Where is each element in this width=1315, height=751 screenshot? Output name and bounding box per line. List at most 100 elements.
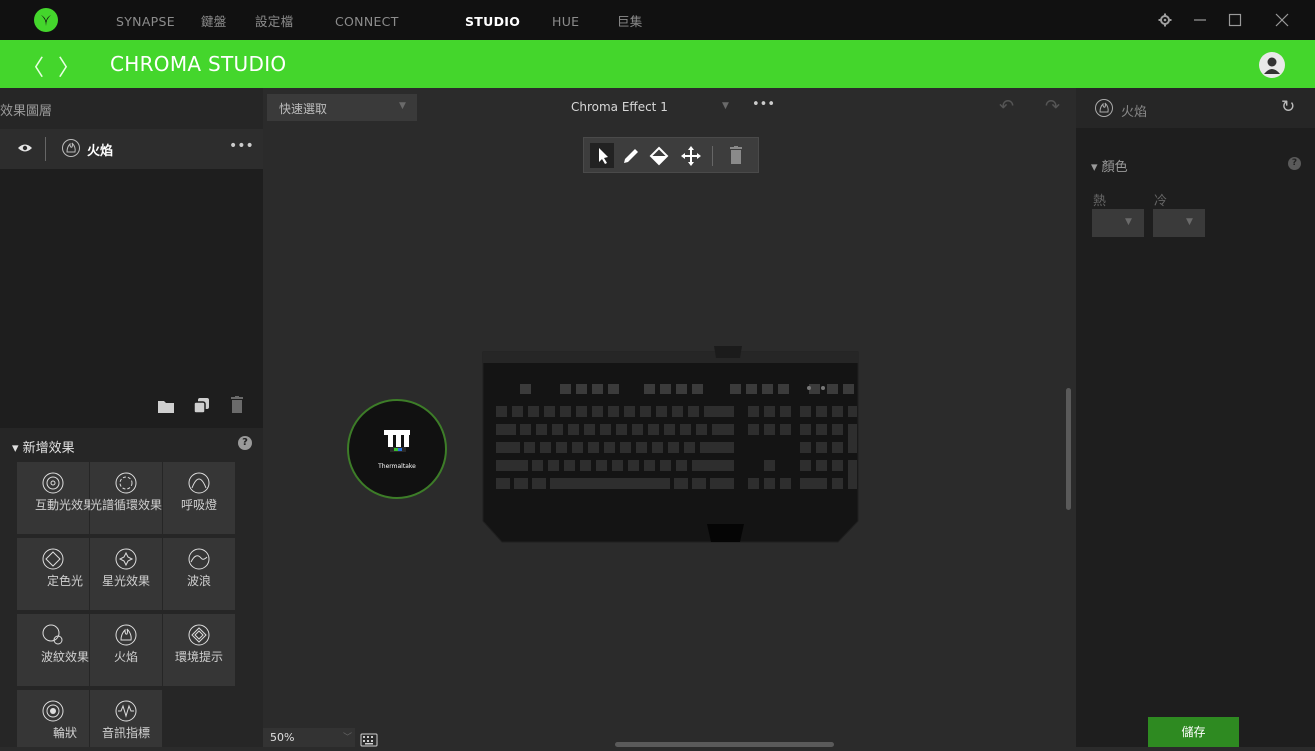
starlight-icon	[115, 548, 137, 570]
vertical-scrollbar[interactable]	[1066, 388, 1071, 510]
trash-icon[interactable]	[729, 146, 743, 169]
device-thermaltake[interactable]: Thermaltake	[347, 399, 447, 499]
static-icon	[42, 548, 64, 570]
chevron-down-icon: ▼	[1186, 217, 1193, 227]
wheel-icon	[42, 700, 64, 722]
left-panel: 效果圖層 火焰 ••• ▾ 新增效果 ? 互動光效果 光譜循環效果 呼吸燈 定色…	[0, 88, 263, 747]
zoom-select[interactable]: 50% ﹀	[263, 728, 355, 747]
effect-wave-button[interactable]: 波浪	[163, 538, 235, 610]
help-icon[interactable]: ?	[1288, 157, 1301, 170]
effect-static-button[interactable]: 定色光	[17, 538, 89, 610]
effect-audio-button[interactable]: 音訊指標	[90, 690, 162, 747]
tab-studio[interactable]: STUDIO	[465, 0, 520, 40]
layer-more-button[interactable]: •••	[229, 138, 254, 154]
undo-icon[interactable]: ↶	[999, 96, 1014, 117]
effect-name[interactable]: Chroma Effect 1	[571, 100, 668, 114]
add-effect-panel: ▾ 新增效果 ? 互動光效果 光譜循環效果 呼吸燈 定色光 星光效果 波浪 波紋…	[0, 428, 263, 747]
cold-color-dropdown[interactable]: ▼	[1153, 209, 1205, 237]
layer-divider	[45, 137, 46, 161]
horizontal-scrollbar[interactable]	[615, 742, 834, 747]
properties-panel: 火焰 ↻ ▾ 顏色 ? 熱 冷 ▼ ▼ 儲存	[1076, 88, 1315, 747]
eye-icon[interactable]	[17, 140, 33, 160]
ambient-icon	[188, 624, 210, 646]
effect-label: 輪狀	[52, 726, 77, 740]
close-icon[interactable]	[1272, 10, 1292, 30]
keyboard-icon[interactable]	[360, 732, 378, 751]
layers-header: 效果圖層	[0, 88, 263, 129]
effect-label: 波紋效果	[40, 650, 89, 664]
wave-icon	[188, 548, 210, 570]
properties-header: 火焰 ↻	[1076, 88, 1315, 128]
effect-more-button[interactable]: •••	[752, 97, 775, 112]
chevron-down-icon[interactable]: ▼	[722, 101, 729, 111]
color-section-label: 顏色	[1101, 160, 1128, 175]
move-icon[interactable]	[679, 144, 703, 172]
maximize-icon[interactable]	[1225, 10, 1245, 30]
color-section-title: ▾ 顏色	[1091, 160, 1128, 175]
cold-label: 冷	[1154, 194, 1168, 209]
chevron-left-icon[interactable]: 〈	[22, 50, 44, 82]
tab-profiles[interactable]: 設定檔	[255, 0, 293, 40]
help-icon[interactable]: ?	[238, 436, 252, 450]
fill-icon[interactable]	[648, 145, 672, 171]
effect-label: 呼吸燈	[180, 498, 217, 512]
chevron-down-icon: ▼	[399, 101, 406, 111]
reset-icon[interactable]: ↻	[1281, 97, 1295, 117]
save-button[interactable]: 儲存	[1148, 717, 1239, 747]
avatar[interactable]	[1259, 52, 1285, 78]
gear-icon[interactable]	[1155, 10, 1175, 30]
effect-ambient-button[interactable]: 環境提示	[163, 614, 235, 686]
hot-label: 熱	[1093, 194, 1107, 209]
effect-label: 光譜循環效果	[90, 498, 163, 512]
redo-icon[interactable]: ↷	[1045, 96, 1060, 117]
ripple-icon	[42, 472, 64, 494]
folder-icon[interactable]	[157, 398, 175, 418]
tab-synapse[interactable]: SYNAPSE	[116, 0, 175, 40]
effect-label: 互動光效果	[34, 498, 95, 512]
layer-item[interactable]: 火焰 •••	[0, 129, 263, 169]
properties-title: 火焰	[1121, 105, 1148, 120]
quick-select-dropdown[interactable]: 快速選取 ▼	[267, 94, 417, 121]
select-tool-button[interactable]	[590, 143, 614, 168]
effect-wheel-button[interactable]: 輪狀	[17, 690, 89, 747]
effect-ripple-button[interactable]: 互動光效果	[17, 462, 95, 534]
canvas-toolbar: 快速選取 ▼ Chroma Effect 1 ▼ ••• ↶ ↷	[263, 88, 1076, 128]
hot-color-dropdown[interactable]: ▼	[1092, 209, 1144, 237]
chevron-right-icon[interactable]: 〉	[58, 50, 80, 82]
duplicate-icon[interactable]	[193, 397, 210, 418]
trash-icon[interactable]	[230, 396, 244, 418]
page-title: CHROMA STUDIO	[110, 52, 287, 76]
fire-icon	[115, 624, 137, 646]
thermaltake-logo-icon	[384, 430, 410, 452]
layer-label: 火焰	[87, 144, 114, 159]
quick-select-label: 快速選取	[279, 102, 328, 116]
keyboard-device[interactable]	[482, 346, 860, 546]
effect-label: 星光效果	[101, 574, 150, 588]
effect-starlight-button[interactable]: 星光效果	[90, 538, 162, 610]
effect-breathing-button[interactable]: 呼吸燈	[163, 462, 235, 534]
page-header: 〈 〉 CHROMA STUDIO	[0, 40, 1315, 88]
layers-title: 效果圖層	[0, 104, 53, 119]
add-effect-title-text: 新增效果	[22, 441, 75, 456]
tab-connect[interactable]: CONNECT	[335, 0, 399, 40]
device-label: Thermaltake	[378, 463, 416, 470]
effect-fire-button[interactable]: 火焰	[90, 614, 162, 686]
effect-label: 環境提示	[174, 650, 223, 664]
razer-logo-icon[interactable]	[34, 8, 58, 32]
audio-icon	[115, 700, 137, 722]
edit-tools	[583, 137, 759, 173]
chevron-down-icon: ﹀	[343, 733, 353, 743]
effect-reactive-button[interactable]: 波紋效果	[17, 614, 89, 686]
effect-label: 波浪	[186, 574, 211, 588]
layer-tools	[0, 388, 263, 428]
pointer-icon	[599, 148, 608, 164]
fire-icon	[61, 138, 81, 162]
tab-hue[interactable]: HUE	[552, 0, 579, 40]
effect-spectrum-button[interactable]: 光譜循環效果	[90, 462, 162, 534]
tab-macros[interactable]: 巨集	[617, 0, 643, 40]
minimize-icon[interactable]	[1190, 10, 1210, 30]
pencil-icon[interactable]	[620, 145, 642, 171]
zoom-value: 50%	[270, 731, 295, 744]
tab-keyboard[interactable]: 鍵盤	[201, 0, 227, 40]
add-effect-title: ▾ 新增效果	[12, 441, 75, 456]
